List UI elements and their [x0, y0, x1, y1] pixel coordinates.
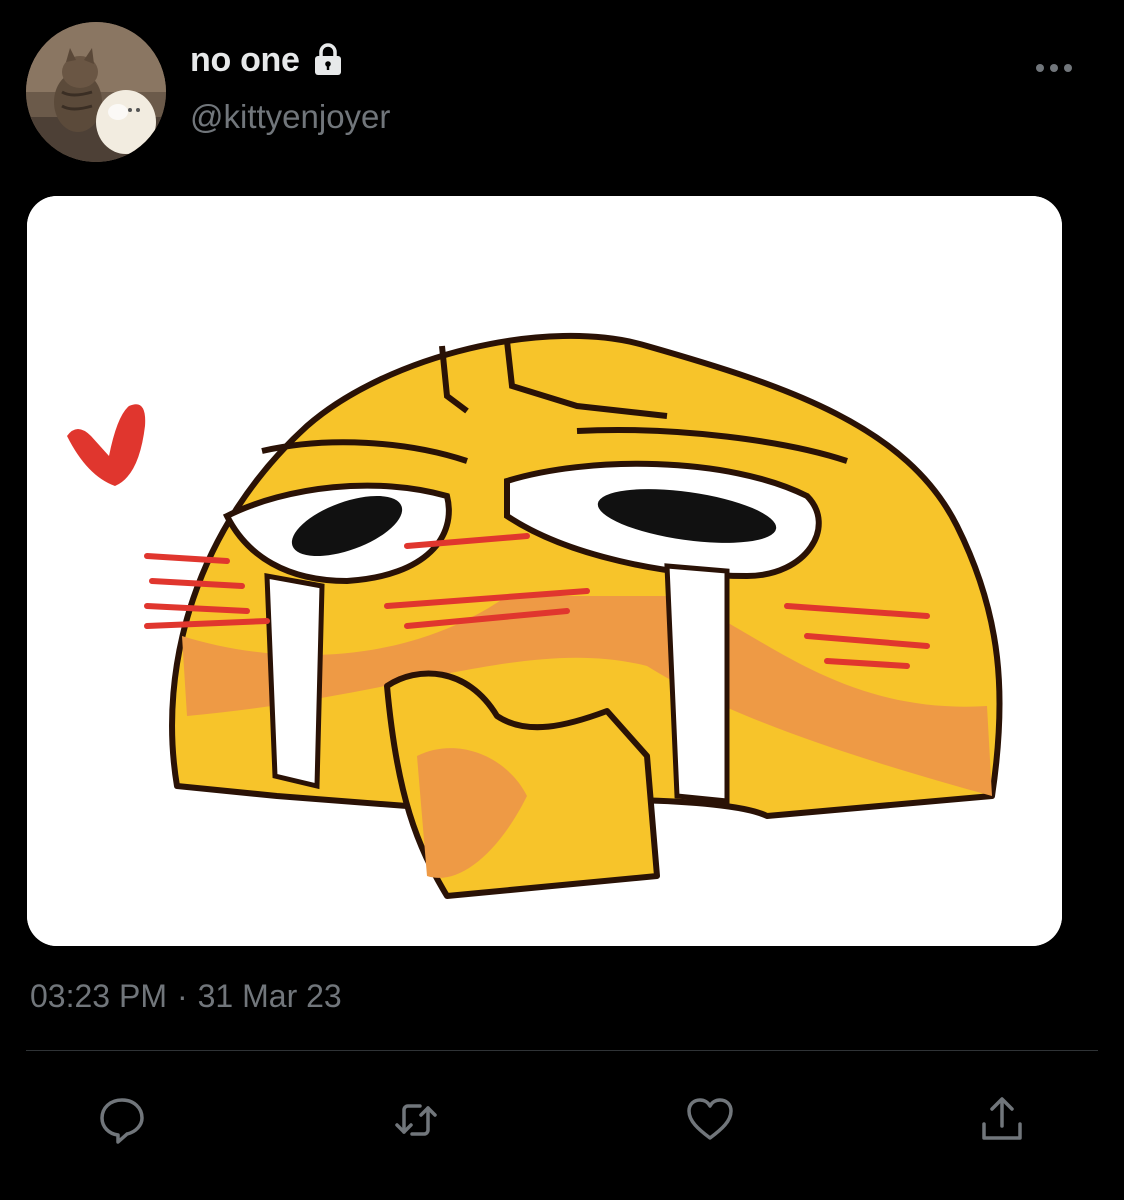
more-horizontal-icon [1036, 64, 1072, 72]
timestamp-separator: · [176, 978, 188, 1014]
divider [26, 1050, 1098, 1051]
tweet-date: 31 Mar 23 [197, 978, 342, 1014]
reply-button[interactable] [92, 1090, 152, 1150]
like-button[interactable] [680, 1090, 740, 1150]
reply-icon [100, 1098, 144, 1144]
tweet-timestamp[interactable]: 03:23 PM · 31 Mar 23 [30, 978, 342, 1015]
share-button[interactable] [972, 1090, 1032, 1150]
avatar[interactable] [26, 22, 166, 162]
tweet-detail: no one @kittyenjoyer 03:23 PM · 31 Mar 2… [0, 0, 1124, 1200]
tweet-media-image[interactable] [27, 196, 1062, 946]
author-name-row: no one [190, 38, 346, 82]
tweet-time: 03:23 PM [30, 978, 167, 1014]
retweet-icon [395, 1104, 437, 1136]
share-icon [982, 1097, 1022, 1140]
heart-icon [687, 1098, 733, 1140]
more-options-button[interactable] [1024, 50, 1084, 86]
cat-avatar-icon [26, 22, 166, 162]
retweet-button[interactable] [386, 1090, 446, 1150]
crying-blushing-emoji-image [27, 196, 1062, 946]
display-name[interactable]: no one [190, 41, 300, 80]
lock-icon [310, 42, 346, 78]
author-handle[interactable]: @kittyenjoyer [190, 98, 390, 136]
